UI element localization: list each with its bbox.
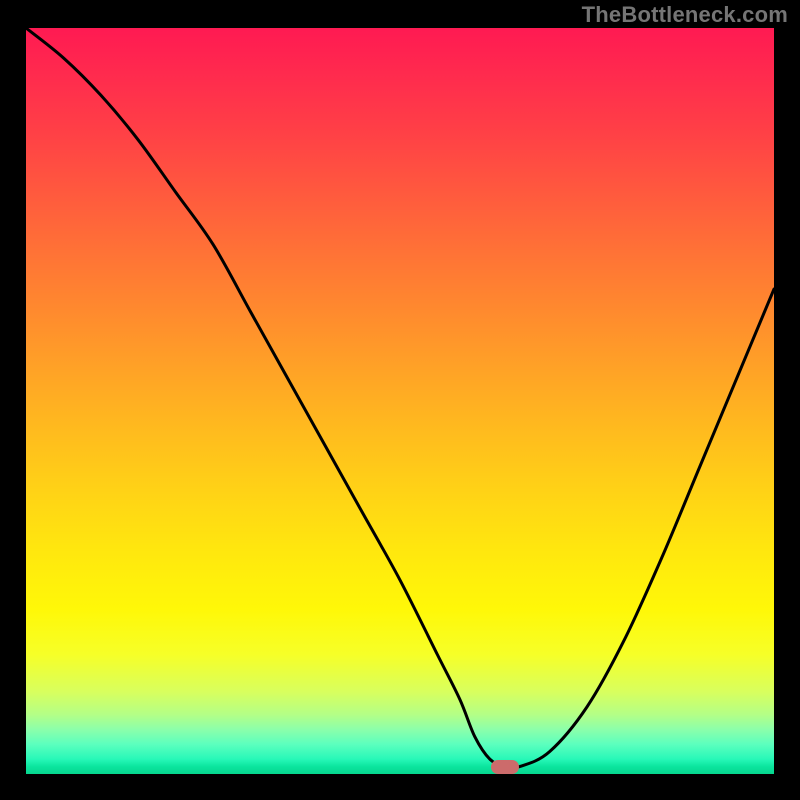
plot-area <box>26 28 774 774</box>
bottleneck-curve <box>26 28 774 774</box>
chart-frame: TheBottleneck.com <box>0 0 800 800</box>
attribution-text: TheBottleneck.com <box>582 2 788 28</box>
optimal-point-marker <box>491 760 519 774</box>
